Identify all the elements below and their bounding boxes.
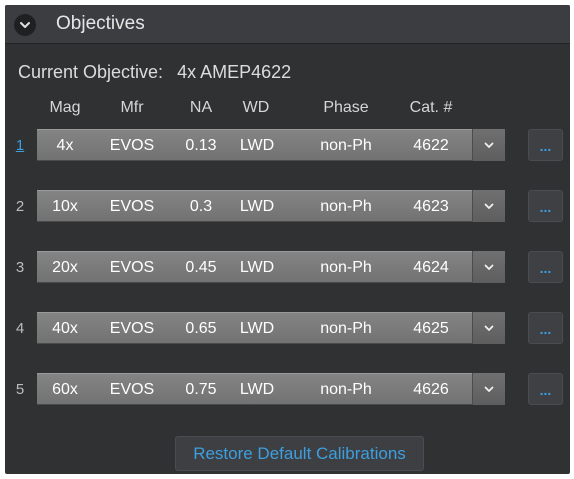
chevron-down-icon xyxy=(484,325,494,331)
column-header-cat: Cat. # xyxy=(409,99,453,116)
objective-row[interactable]: 4x EVOS 0.13 LWD non-Ph 4622 xyxy=(37,129,472,161)
objective-options-button[interactable]: ... xyxy=(528,190,563,222)
cell-mag: 4x xyxy=(56,137,74,154)
column-header-phase: Phase xyxy=(323,99,369,116)
cell-wd: LWD xyxy=(239,320,275,337)
cell-mag: 20x xyxy=(52,259,78,276)
cell-mfr: EVOS xyxy=(109,137,155,154)
ellipsis-icon: ... xyxy=(539,260,552,276)
current-objective-value: 4x AMEP4622 xyxy=(177,62,292,82)
restore-default-calibrations-button[interactable]: Restore Default Calibrations xyxy=(175,436,424,471)
cell-mag: 40x xyxy=(52,320,78,337)
row-index[interactable]: 2 xyxy=(13,198,27,215)
cell-na: 0.13 xyxy=(185,137,217,154)
objective-options-button[interactable]: ... xyxy=(528,373,563,405)
cell-cat: 4622 xyxy=(413,137,449,154)
objective-dropdown-button[interactable] xyxy=(472,190,505,222)
cell-phase: non-Ph xyxy=(320,320,372,337)
cell-mag: 60x xyxy=(52,381,78,398)
ellipsis-icon: ... xyxy=(539,321,552,337)
column-header-mag: Mag xyxy=(49,99,81,116)
collapse-toggle-button[interactable] xyxy=(14,14,36,36)
ellipsis-icon: ... xyxy=(539,138,552,154)
cell-mfr: EVOS xyxy=(109,259,155,276)
cell-cat: 4624 xyxy=(413,259,449,276)
column-header-na: NA xyxy=(189,99,213,116)
cell-phase: non-Ph xyxy=(320,137,372,154)
row-index[interactable]: 5 xyxy=(13,381,27,398)
cell-phase: non-Ph xyxy=(320,381,372,398)
cell-na: 0.75 xyxy=(185,381,217,398)
objective-row[interactable]: 60x EVOS 0.75 LWD non-Ph 4626 xyxy=(37,373,472,405)
current-objective-label: Current Objective: xyxy=(18,62,164,82)
row-index[interactable]: 1 xyxy=(13,137,27,154)
objective-dropdown-button[interactable] xyxy=(472,129,505,161)
objective-row[interactable]: 40x EVOS 0.65 LWD non-Ph 4625 xyxy=(37,312,472,344)
cell-mfr: EVOS xyxy=(109,381,155,398)
panel-title: Objectives xyxy=(56,13,145,34)
chevron-down-icon xyxy=(484,386,494,392)
ellipsis-icon: ... xyxy=(539,382,552,398)
chevron-down-icon xyxy=(484,142,494,148)
objective-dropdown-button[interactable] xyxy=(472,251,505,283)
objective-row[interactable]: 10x EVOS 0.3 LWD non-Ph 4623 xyxy=(37,190,472,222)
panel-header: Objectives xyxy=(5,5,570,44)
cell-na: 0.65 xyxy=(185,320,217,337)
cell-cat: 4625 xyxy=(413,320,449,337)
objective-dropdown-button[interactable] xyxy=(472,312,505,344)
row-index[interactable]: 4 xyxy=(13,320,27,337)
cell-mfr: EVOS xyxy=(109,198,155,215)
objective-row[interactable]: 20x EVOS 0.45 LWD non-Ph 4624 xyxy=(37,251,472,283)
cell-mfr: EVOS xyxy=(109,320,155,337)
row-index[interactable]: 3 xyxy=(13,259,27,276)
objective-dropdown-button[interactable] xyxy=(472,373,505,405)
cell-phase: non-Ph xyxy=(320,198,372,215)
cell-wd: LWD xyxy=(239,381,275,398)
objective-options-button[interactable]: ... xyxy=(528,251,563,283)
cell-cat: 4626 xyxy=(413,381,449,398)
objective-options-button[interactable]: ... xyxy=(528,129,563,161)
cell-phase: non-Ph xyxy=(320,259,372,276)
objectives-panel: Objectives Current Objective: 4x AMEP4622… xyxy=(5,5,570,474)
objective-options-button[interactable]: ... xyxy=(528,312,563,344)
chevron-down-icon xyxy=(20,22,30,28)
chevron-down-icon xyxy=(484,203,494,209)
cell-na: 0.45 xyxy=(185,259,217,276)
cell-na: 0.3 xyxy=(189,198,213,215)
current-objective: Current Objective: 4x AMEP4622 xyxy=(18,62,291,83)
chevron-down-icon xyxy=(484,264,494,270)
cell-mag: 10x xyxy=(52,198,78,215)
cell-wd: LWD xyxy=(239,198,275,215)
cell-wd: LWD xyxy=(239,259,275,276)
cell-wd: LWD xyxy=(239,137,275,154)
column-header-wd: WD xyxy=(242,99,270,116)
column-header-mfr: Mfr xyxy=(120,99,144,116)
ellipsis-icon: ... xyxy=(539,199,552,215)
cell-cat: 4623 xyxy=(413,198,449,215)
